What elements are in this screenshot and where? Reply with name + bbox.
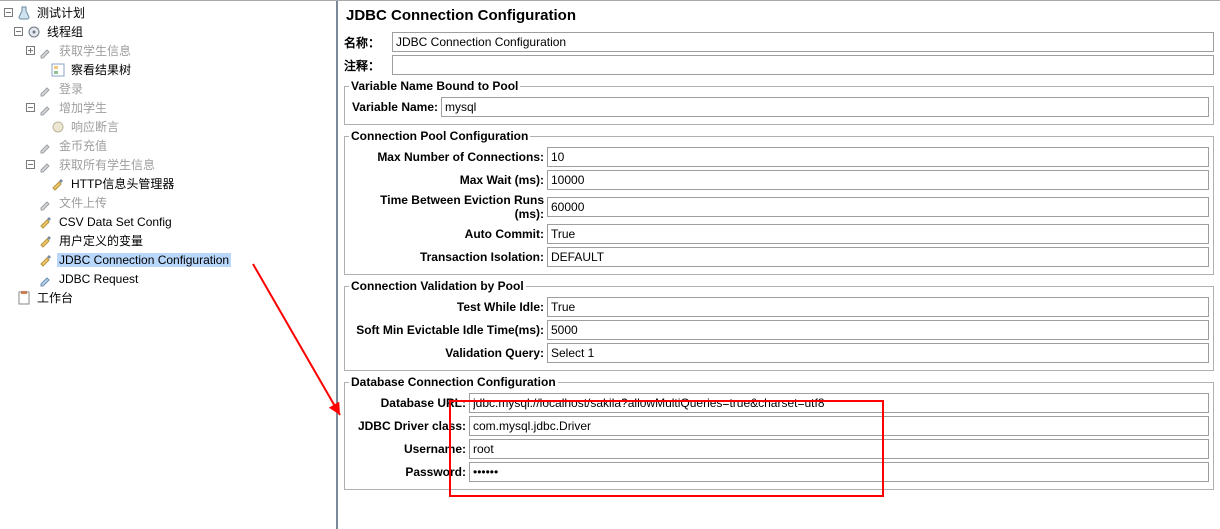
legend-variable: Variable Name Bound to Pool: [349, 79, 520, 93]
tree-label: 文件上传: [57, 194, 109, 211]
comment-row: 注释：: [344, 55, 1220, 75]
clipboard-icon: [16, 290, 32, 306]
username-input[interactable]: [469, 439, 1209, 459]
tree-label: JDBC Request: [57, 272, 140, 286]
tree-node[interactable]: CSV Data Set Config: [0, 212, 336, 231]
wrench-icon: [38, 214, 54, 230]
tree-label: 获取所有学生信息: [57, 156, 157, 173]
tree-node[interactable]: 用户定义的变量: [0, 231, 336, 250]
autocommit-input[interactable]: [547, 224, 1209, 244]
txiso-label: Transaction Isolation:: [349, 250, 547, 264]
dburl-input[interactable]: [469, 393, 1209, 413]
legend-database: Database Connection Configuration: [349, 375, 558, 389]
tree-label: 响应断言: [69, 118, 121, 135]
tree-label: 获取学生信息: [57, 42, 133, 59]
maxconn-label: Max Number of Connections:: [349, 150, 547, 164]
varname-label: Variable Name:: [349, 100, 441, 114]
testidle-label: Test While Idle:: [349, 300, 547, 314]
legend-pool: Connection Pool Configuration: [349, 129, 530, 143]
vquery-label: Validation Query:: [349, 346, 547, 360]
tree-node[interactable]: 获取学生信息: [0, 41, 336, 60]
name-input[interactable]: [392, 32, 1214, 52]
tree-node[interactable]: 响应断言: [0, 117, 336, 136]
tree-label: 测试计划: [35, 4, 87, 21]
driver-input[interactable]: [469, 416, 1209, 436]
result-tree-icon: [50, 62, 66, 78]
tree-node[interactable]: 增加学生: [0, 98, 336, 117]
name-row: 名称：: [344, 32, 1220, 52]
tree-label: HTTP信息头管理器: [69, 175, 176, 192]
fieldset-database: Database Connection Configuration Databa…: [344, 375, 1214, 490]
dburl-label: Database URL:: [349, 396, 469, 410]
app-root: 测试计划 线程组 获取学生信息: [0, 0, 1220, 529]
tree-label: 增加学生: [57, 99, 109, 116]
dropper-icon: [38, 195, 54, 211]
tree-node-testplan[interactable]: 测试计划: [0, 3, 336, 22]
tree-node[interactable]: HTTP信息头管理器: [0, 174, 336, 193]
softmin-input[interactable]: [547, 320, 1209, 340]
tree-node-workbench[interactable]: 工作台: [0, 288, 336, 307]
username-label: Username:: [349, 442, 469, 456]
dropper-icon: [38, 81, 54, 97]
tree-label: JDBC Connection Configuration: [57, 253, 231, 267]
password-input[interactable]: [469, 462, 1209, 482]
wrench-icon: [50, 176, 66, 192]
assertion-icon: [50, 119, 66, 135]
tree-node-selected[interactable]: JDBC Connection Configuration: [0, 250, 336, 269]
tree-node[interactable]: 文件上传: [0, 193, 336, 212]
tree-label: 线程组: [45, 23, 85, 40]
password-label: Password:: [349, 465, 469, 479]
legend-validation: Connection Validation by Pool: [349, 279, 526, 293]
dropper-icon: [38, 138, 54, 154]
comment-label: 注释：: [344, 57, 392, 74]
tree[interactable]: 测试计划 线程组 获取学生信息: [0, 3, 336, 307]
tree-node[interactable]: 获取所有学生信息: [0, 155, 336, 174]
maxconn-input[interactable]: [547, 147, 1209, 167]
fieldset-pool: Connection Pool Configuration Max Number…: [344, 129, 1214, 275]
wrench-icon: [38, 252, 54, 268]
wrench-icon: [38, 233, 54, 249]
tree-node[interactable]: 登录: [0, 79, 336, 98]
tree-label: 察看结果树: [69, 61, 133, 78]
tree-node[interactable]: JDBC Request: [0, 269, 336, 288]
softmin-label: Soft Min Evictable Idle Time(ms):: [349, 323, 547, 337]
tree-label: 用户定义的变量: [57, 232, 145, 249]
testidle-input[interactable]: [547, 297, 1209, 317]
tree-node[interactable]: 察看结果树: [0, 60, 336, 79]
expand-toggle-icon[interactable]: [26, 103, 35, 112]
txiso-input[interactable]: [547, 247, 1209, 267]
tree-label: 金币充值: [57, 137, 109, 154]
tree-node[interactable]: 金币充值: [0, 136, 336, 155]
evict-label: Time Between Eviction Runs (ms):: [349, 193, 547, 221]
autocommit-label: Auto Commit:: [349, 227, 547, 241]
config-panel: JDBC Connection Configuration 名称： 注释： Va…: [338, 1, 1220, 529]
fieldset-variable: Variable Name Bound to Pool Variable Nam…: [344, 79, 1214, 125]
tree-label: CSV Data Set Config: [57, 215, 174, 229]
driver-label: JDBC Driver class:: [349, 419, 469, 433]
comment-input[interactable]: [392, 55, 1214, 75]
tree-panel: 测试计划 线程组 获取学生信息: [0, 1, 338, 529]
tree-node-threadgroup[interactable]: 线程组: [0, 22, 336, 41]
maxwait-label: Max Wait (ms):: [349, 173, 547, 187]
dropper-icon: [38, 100, 54, 116]
expand-toggle-icon[interactable]: [14, 27, 23, 36]
dropper-icon: [38, 271, 54, 287]
fieldset-validation: Connection Validation by Pool Test While…: [344, 279, 1214, 371]
tree-label: 工作台: [35, 289, 75, 306]
name-label: 名称：: [344, 34, 392, 51]
expand-toggle-icon[interactable]: [4, 8, 13, 17]
dropper-icon: [38, 157, 54, 173]
dropper-icon: [38, 43, 54, 59]
gear-icon: [26, 24, 42, 40]
flask-icon: [16, 5, 32, 21]
varname-input[interactable]: [441, 97, 1209, 117]
expand-toggle-icon[interactable]: [26, 160, 35, 169]
evict-input[interactable]: [547, 197, 1209, 217]
panel-title: JDBC Connection Configuration: [344, 3, 1220, 32]
vquery-input[interactable]: [547, 343, 1209, 363]
maxwait-input[interactable]: [547, 170, 1209, 190]
tree-label: 登录: [57, 80, 85, 97]
collapse-toggle-icon[interactable]: [26, 46, 35, 55]
